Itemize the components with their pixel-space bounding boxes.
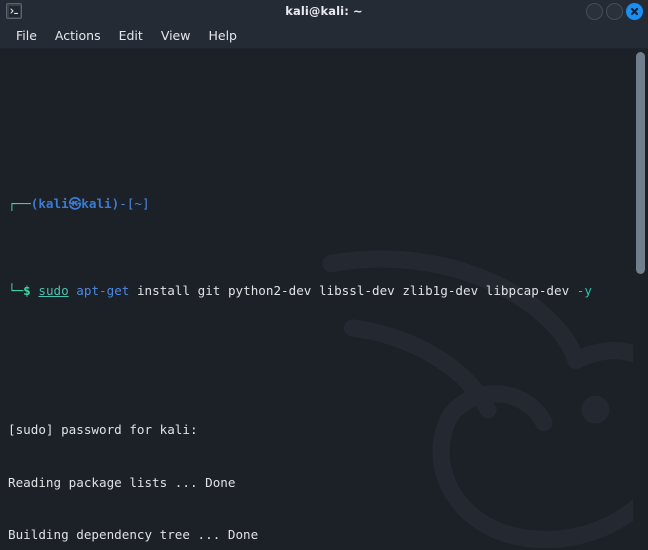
prompt-dash: - xyxy=(119,195,127,211)
menu-item-view[interactable]: View xyxy=(152,26,200,45)
prompt-at-icon: ㉿ xyxy=(68,195,82,211)
menu-bar: File Actions Edit View Help xyxy=(0,22,648,49)
prompt-corner-top: ┌── xyxy=(8,195,31,211)
command-arguments: install git python2-dev libssl-dev zlib1… xyxy=(136,282,570,298)
terminal-window: kali@kali: ~ File Actions Edit View Help xyxy=(0,0,648,550)
title-bar: kali@kali: ~ xyxy=(0,0,648,22)
command-flag: -y xyxy=(576,282,592,298)
menu-item-file[interactable]: File xyxy=(7,26,46,45)
maximize-button[interactable] xyxy=(606,2,623,20)
prompt-line-top: ┌──(kali㉿kali)-[~] xyxy=(8,195,633,212)
close-button[interactable] xyxy=(626,2,643,20)
minimize-button[interactable] xyxy=(586,2,603,20)
menu-item-actions[interactable]: Actions xyxy=(46,26,110,45)
window-controls xyxy=(586,0,643,22)
terminal-line: Reading package lists ... Done xyxy=(8,474,236,490)
command-sudo[interactable]: sudo xyxy=(38,283,68,298)
menu-item-help[interactable]: Help xyxy=(199,26,246,45)
terminal-icon xyxy=(6,3,22,19)
terminal-body[interactable]: ┌──(kali㉿kali)-[~] └─$ sudo apt-get inst… xyxy=(0,49,648,550)
menu-item-edit[interactable]: Edit xyxy=(110,26,152,45)
prompt-user: kali xyxy=(38,195,69,211)
prompt-cwd: [~] xyxy=(126,195,150,211)
prompt-corner-bottom: └─ xyxy=(8,282,24,298)
command-program: apt-get xyxy=(76,282,130,298)
prompt-line-command[interactable]: └─$ sudo apt-get install git python2-dev… xyxy=(8,282,633,299)
prompt-dollar: $ xyxy=(23,282,31,298)
vertical-scrollbar[interactable] xyxy=(633,49,648,550)
prompt-host: kali xyxy=(81,195,112,211)
window-title: kali@kali: ~ xyxy=(285,4,363,18)
scrollbar-thumb[interactable] xyxy=(636,52,645,274)
terminal-line: [sudo] password for kali: xyxy=(8,422,198,438)
terminal-line: Building dependency tree ... Done xyxy=(8,527,259,543)
terminal-output[interactable]: ┌──(kali㉿kali)-[~] └─$ sudo apt-get inst… xyxy=(0,49,633,550)
